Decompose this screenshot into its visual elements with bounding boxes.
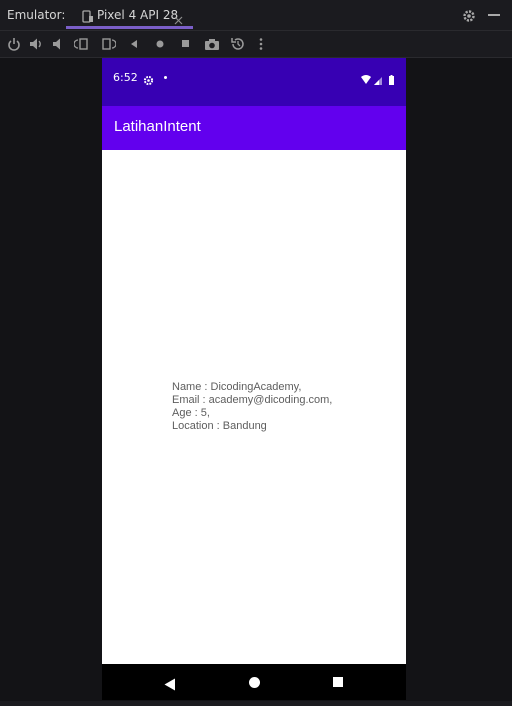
battery-icon bbox=[389, 76, 394, 85]
navigation-bar bbox=[102, 664, 406, 700]
nav-recents-icon[interactable] bbox=[333, 677, 343, 687]
more-icon[interactable] bbox=[257, 36, 273, 52]
name-line: Name : DicodingAcademy, bbox=[172, 381, 302, 393]
nav-home-icon[interactable] bbox=[249, 677, 260, 688]
power-icon[interactable] bbox=[7, 36, 23, 52]
age-line: Age : 5, bbox=[172, 407, 210, 419]
gear-icon[interactable] bbox=[462, 8, 476, 27]
camera-icon[interactable] bbox=[204, 36, 220, 52]
home-icon[interactable] bbox=[154, 36, 170, 52]
minimize-icon[interactable] bbox=[488, 14, 500, 16]
status-time: 6:52 bbox=[113, 71, 138, 84]
app-title: LatihanIntent bbox=[114, 118, 201, 135]
nav-back-icon[interactable] bbox=[164, 676, 176, 695]
emulator-toolbar bbox=[0, 31, 512, 58]
settings-notification-icon bbox=[143, 71, 154, 90]
tab-label: Pixel 4 API 28 bbox=[97, 8, 179, 22]
tab-pixel-4-api-28[interactable]: Pixel 4 API 28 bbox=[66, 0, 193, 30]
back-icon[interactable] bbox=[128, 36, 144, 52]
device-screen[interactable]: 6:52 LatihanIntent Name : DicodingAcadem… bbox=[102, 58, 406, 700]
volume-up-icon[interactable] bbox=[29, 36, 45, 52]
emulator-panel-title: Emulator: bbox=[7, 8, 66, 22]
wifi-icon bbox=[361, 75, 371, 84]
overview-icon[interactable] bbox=[180, 36, 196, 52]
volume-down-icon[interactable] bbox=[51, 36, 67, 52]
app-bar: LatihanIntent bbox=[102, 106, 406, 150]
snapshot-icon[interactable] bbox=[230, 36, 246, 52]
received-data-text: Name : DicodingAcademy, Email : academy@… bbox=[172, 381, 392, 433]
rotate-left-icon[interactable] bbox=[73, 36, 90, 52]
emulator-tool-window-header: Emulator: Pixel 4 API 28 bbox=[0, 0, 512, 31]
location-line: Location : Bandung bbox=[172, 420, 267, 432]
device-icon bbox=[81, 8, 94, 27]
notification-dot-icon bbox=[164, 76, 167, 79]
status-bar: 6:52 bbox=[102, 58, 406, 106]
email-line: Email : academy@dicoding.com, bbox=[172, 394, 333, 406]
status-right-icons bbox=[360, 71, 396, 90]
activity-content: Name : DicodingAcademy, Email : academy@… bbox=[102, 150, 406, 664]
bottom-tool-strip bbox=[0, 701, 512, 706]
active-tab-indicator bbox=[66, 26, 193, 29]
rotate-right-icon[interactable] bbox=[101, 36, 117, 52]
